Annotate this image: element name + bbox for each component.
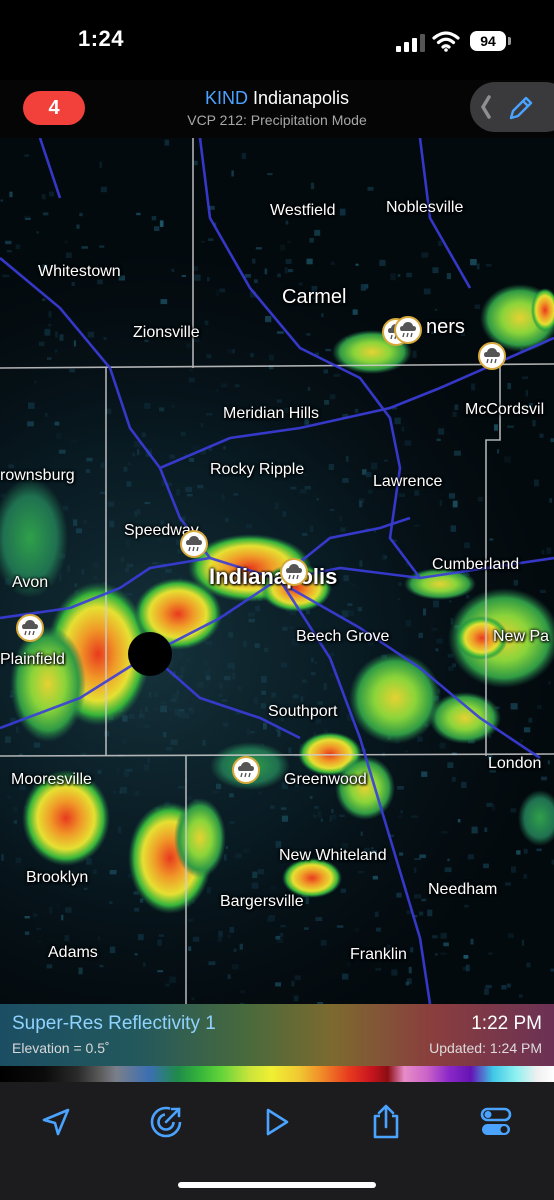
city-label: Plainfield	[0, 651, 65, 668]
location-arrow-icon[interactable]	[38, 1104, 74, 1140]
station-id: KIND	[204, 88, 248, 108]
play-icon[interactable]	[258, 1104, 294, 1140]
city-label: Mooresville	[11, 771, 92, 788]
city-label: New Whiteland	[279, 847, 387, 864]
city-label: Bargersville	[220, 893, 304, 910]
city-label: Needham	[428, 881, 498, 898]
city-label: Whitestown	[38, 263, 121, 280]
cellular-signal-icon	[396, 34, 425, 52]
city-label: Cumberland	[432, 556, 520, 573]
city-label: Carmel	[282, 286, 347, 308]
radar-sweep-icon[interactable]	[148, 1104, 184, 1140]
city-label: New Pa	[493, 628, 550, 645]
city-label: Avon	[12, 574, 49, 591]
chevron-left-icon[interactable]	[480, 94, 492, 120]
storm-cell-icon[interactable]	[16, 614, 44, 642]
storm-cell-icon[interactable]	[280, 558, 308, 586]
city-label: Rocky Ripple	[210, 461, 305, 478]
city-label: ners	[426, 316, 465, 338]
storm-cell-icon[interactable]	[232, 756, 260, 784]
city-label: Beech Grove	[296, 628, 390, 645]
storm-cell-icon[interactable]	[394, 316, 422, 344]
layers-toggle-icon[interactable]	[478, 1104, 514, 1140]
city-label: Noblesville	[386, 199, 464, 216]
station-title[interactable]: KIND Indianapolis	[120, 88, 434, 109]
city-label: Lawrence	[373, 473, 443, 490]
city-label: Adams	[48, 944, 98, 961]
city-label: London	[488, 755, 542, 772]
reflectivity-color-scale	[0, 1066, 554, 1082]
battery-indicator: 94	[470, 31, 506, 51]
scan-mode-subtitle: VCP 212: Precipitation Mode	[187, 112, 367, 128]
battery-tip	[508, 37, 511, 45]
elevation-label: Elevation = 0.5˚	[12, 1040, 110, 1056]
city-label: Zionsville	[133, 324, 200, 341]
city-label: Meridian Hills	[223, 405, 320, 422]
status-time: 1:24	[78, 26, 125, 51]
city-label-primary: Indianapolis	[209, 564, 338, 589]
wifi-icon	[432, 31, 460, 52]
city-label: McCordsvil	[465, 401, 545, 418]
city-label: Greenwood	[284, 771, 367, 788]
city-label: rownsburg	[0, 467, 75, 484]
alerts-badge-button[interactable]: 4	[23, 91, 85, 125]
home-indicator	[178, 1182, 376, 1188]
storm-cell-icon[interactable]	[180, 530, 208, 558]
station-name: Indianapolis	[252, 88, 350, 108]
share-icon[interactable]	[368, 1104, 404, 1140]
product-name[interactable]: Super-Res Reflectivity 1	[12, 1013, 216, 1035]
city-label: Westfield	[270, 202, 336, 219]
scan-time: 1:22 PM	[471, 1013, 542, 1034]
city-label: Southport	[268, 703, 338, 720]
updated-time: Updated: 1:24 PM	[429, 1040, 542, 1056]
city-label: Franklin	[350, 946, 407, 963]
radar-map[interactable]: Westfield Noblesville Whitestown Carmel …	[0, 138, 554, 1004]
city-label: Brooklyn	[26, 869, 89, 886]
storm-cell-icon[interactable]	[478, 342, 506, 370]
pencil-icon[interactable]	[506, 93, 536, 123]
